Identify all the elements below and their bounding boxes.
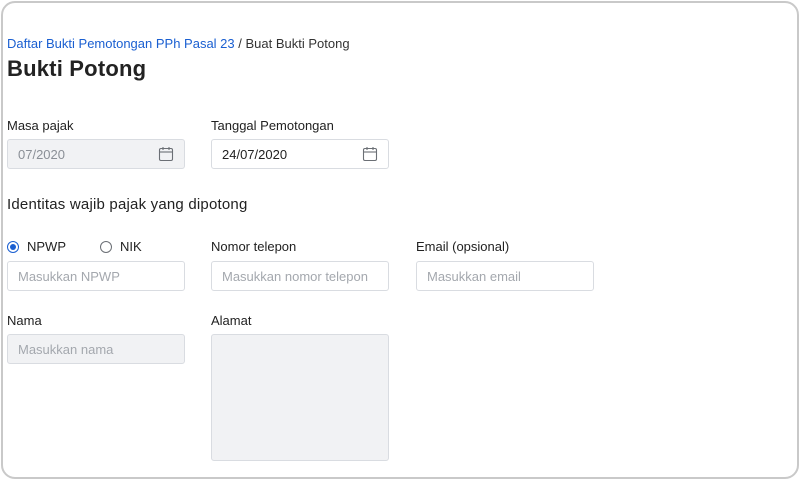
radio-nik-label: NIK: [120, 239, 142, 254]
breadcrumb-current: Buat Bukti Potong: [245, 36, 350, 51]
app-frame: Daftar Bukti Pemotongan PPh Pasal 23 / B…: [1, 1, 799, 479]
breadcrumb: Daftar Bukti Pemotongan PPh Pasal 23 / B…: [7, 36, 350, 51]
alamat-label: Alamat: [211, 313, 252, 328]
page-title: Bukti Potong: [7, 56, 147, 81]
calendar-icon: [158, 146, 174, 162]
radio-npwp-circle[interactable]: [7, 240, 19, 253]
id-type-radio-group: NPWP NIK: [7, 239, 142, 254]
email-label: Email (opsional): [416, 239, 510, 254]
masa-pajak-label: Masa pajak: [7, 118, 74, 133]
npwp-input[interactable]: [7, 261, 185, 291]
breadcrumb-separator: /: [234, 36, 246, 51]
radio-nik[interactable]: NIK: [100, 239, 142, 254]
masa-pajak-field[interactable]: 07/2020: [7, 139, 185, 169]
tanggal-pemotongan-field[interactable]: 24/07/2020: [211, 139, 389, 169]
nomor-telepon-label: Nomor telepon: [211, 239, 297, 254]
nama-label: Nama: [7, 313, 42, 328]
section-heading-identitas: Identitas wajib pajak yang dipotong: [7, 196, 248, 213]
email-input[interactable]: [416, 261, 594, 291]
tanggal-pemotongan-label: Tanggal Pemotongan: [211, 118, 334, 133]
radio-npwp-label: NPWP: [27, 239, 66, 254]
tanggal-pemotongan-value: 24/07/2020: [222, 146, 288, 162]
breadcrumb-link-daftar[interactable]: Daftar Bukti Pemotongan PPh Pasal 23: [7, 36, 235, 51]
radio-nik-circle[interactable]: [100, 240, 112, 253]
form-content: Daftar Bukti Pemotongan PPh Pasal 23 / B…: [7, 3, 797, 477]
alamat-textarea[interactable]: [211, 334, 389, 461]
calendar-icon: [362, 146, 378, 162]
nama-input[interactable]: [7, 334, 185, 364]
nomor-telepon-input[interactable]: [211, 261, 389, 291]
radio-npwp[interactable]: NPWP: [7, 239, 66, 254]
masa-pajak-value: 07/2020: [18, 146, 65, 162]
